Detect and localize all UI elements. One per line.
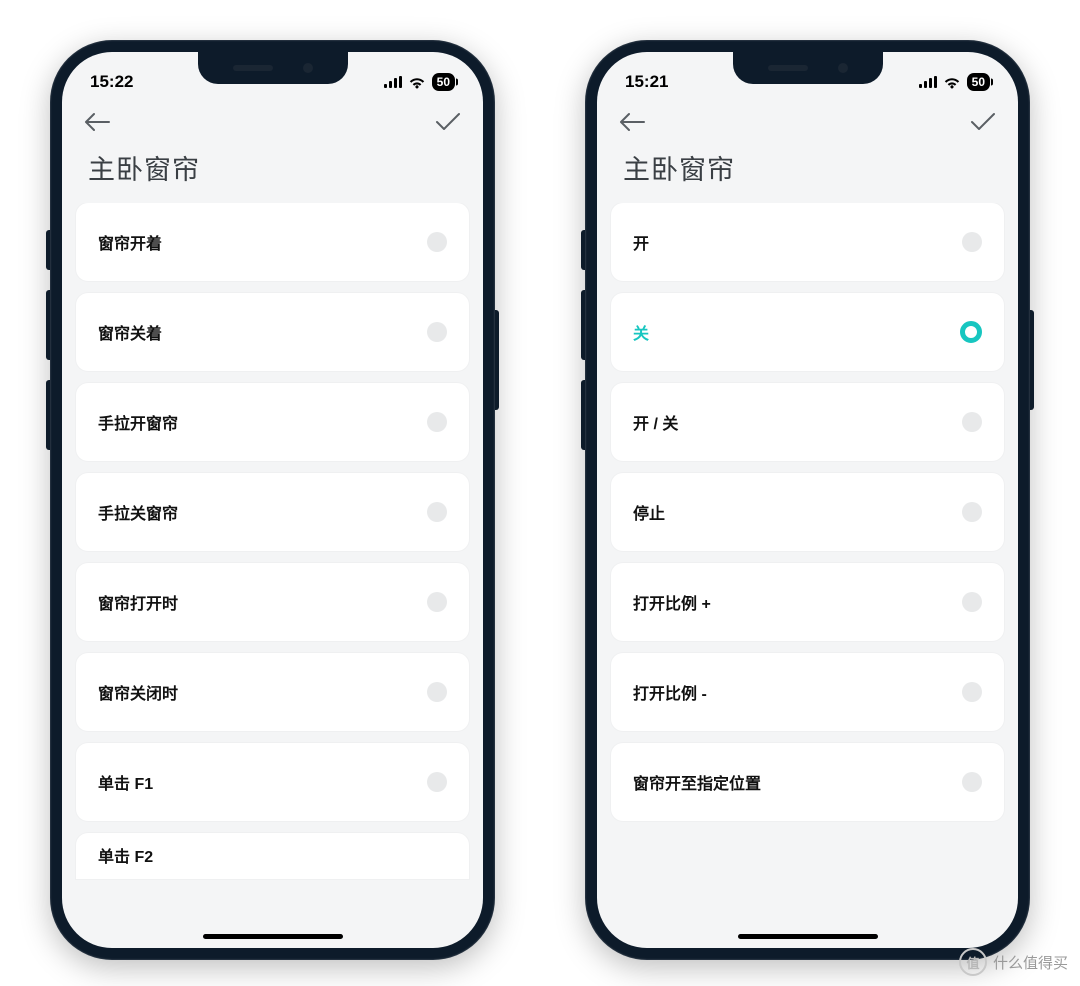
list-item[interactable]: 窗帘关着 [76, 293, 469, 371]
cellular-icon [384, 76, 402, 88]
list-item[interactable]: 手拉开窗帘 [76, 383, 469, 461]
list-item[interactable]: 停止 [611, 473, 1004, 551]
radio-icon-selected[interactable] [960, 321, 982, 343]
list-item-label: 关 [633, 320, 649, 344]
nav-bar [62, 100, 483, 144]
home-indicator[interactable] [738, 934, 878, 939]
radio-icon[interactable] [427, 232, 447, 252]
list-item[interactable]: 单击 F2 [76, 833, 469, 879]
notch [733, 52, 883, 84]
list-item[interactable]: 窗帘关闭时 [76, 653, 469, 731]
wifi-icon [408, 76, 426, 89]
wifi-icon [943, 76, 961, 89]
nav-bar [597, 100, 1018, 144]
confirm-button[interactable] [435, 112, 461, 132]
option-list-right[interactable]: 开 关 开 / 关 停止 打开比例 + 打开比例 - 窗帘开至指定位置 [597, 203, 1018, 929]
list-item[interactable]: 单击 F1 [76, 743, 469, 821]
watermark-text: 什么值得买 [993, 952, 1068, 973]
radio-icon[interactable] [427, 682, 447, 702]
home-indicator[interactable] [203, 934, 343, 939]
list-item-label: 单击 F1 [98, 770, 153, 794]
list-item[interactable]: 打开比例 + [611, 563, 1004, 641]
radio-icon[interactable] [962, 592, 982, 612]
screen-right: 15:21 50 主卧窗帘 [597, 52, 1018, 948]
list-item-label: 手拉关窗帘 [98, 500, 178, 524]
list-item[interactable]: 手拉关窗帘 [76, 473, 469, 551]
battery-icon: 50 [967, 73, 990, 91]
page-title: 主卧窗帘 [62, 144, 483, 203]
radio-icon[interactable] [962, 412, 982, 432]
screen-left: 15:22 50 主卧窗帘 [62, 52, 483, 948]
back-button[interactable] [619, 112, 645, 132]
list-item-label: 窗帘关闭时 [98, 680, 178, 704]
radio-icon[interactable] [427, 322, 447, 342]
phone-right: 15:21 50 主卧窗帘 [585, 40, 1030, 960]
page-title: 主卧窗帘 [597, 144, 1018, 203]
list-item-label: 开 / 关 [633, 410, 678, 434]
list-item-label: 开 [633, 230, 649, 254]
option-list-left[interactable]: 窗帘开着 窗帘关着 手拉开窗帘 手拉关窗帘 窗帘打开时 窗帘关闭时 单击 F1 … [62, 203, 483, 929]
list-item-label: 打开比例 - [633, 680, 707, 704]
list-item-label: 手拉开窗帘 [98, 410, 178, 434]
radio-icon[interactable] [427, 412, 447, 432]
back-button[interactable] [84, 112, 110, 132]
list-item-label: 窗帘开着 [98, 230, 162, 254]
list-item[interactable]: 窗帘开着 [76, 203, 469, 281]
watermark: 值 什么值得买 [959, 948, 1068, 976]
list-item-label: 窗帘关着 [98, 320, 162, 344]
list-item[interactable]: 开 [611, 203, 1004, 281]
list-item-label: 窗帘开至指定位置 [633, 770, 761, 794]
radio-icon[interactable] [427, 772, 447, 792]
radio-icon[interactable] [962, 772, 982, 792]
list-item[interactable]: 开 / 关 [611, 383, 1004, 461]
cellular-icon [919, 76, 937, 88]
list-item-label: 停止 [633, 500, 665, 524]
list-item-label: 单击 F2 [98, 843, 153, 867]
radio-icon[interactable] [427, 592, 447, 612]
phone-left: 15:22 50 主卧窗帘 [50, 40, 495, 960]
status-icons: 50 [384, 73, 455, 91]
status-time: 15:22 [90, 72, 133, 92]
battery-icon: 50 [432, 73, 455, 91]
status-time: 15:21 [625, 72, 668, 92]
list-item[interactable]: 窗帘打开时 [76, 563, 469, 641]
radio-icon[interactable] [962, 682, 982, 702]
list-item[interactable]: 窗帘开至指定位置 [611, 743, 1004, 821]
list-item-label: 窗帘打开时 [98, 590, 178, 614]
list-item-label: 打开比例 + [633, 590, 711, 614]
radio-icon[interactable] [962, 502, 982, 522]
radio-icon[interactable] [427, 502, 447, 522]
notch [198, 52, 348, 84]
status-icons: 50 [919, 73, 990, 91]
confirm-button[interactable] [970, 112, 996, 132]
radio-icon[interactable] [962, 232, 982, 252]
list-item[interactable]: 关 [611, 293, 1004, 371]
list-item[interactable]: 打开比例 - [611, 653, 1004, 731]
watermark-logo-icon: 值 [959, 948, 987, 976]
